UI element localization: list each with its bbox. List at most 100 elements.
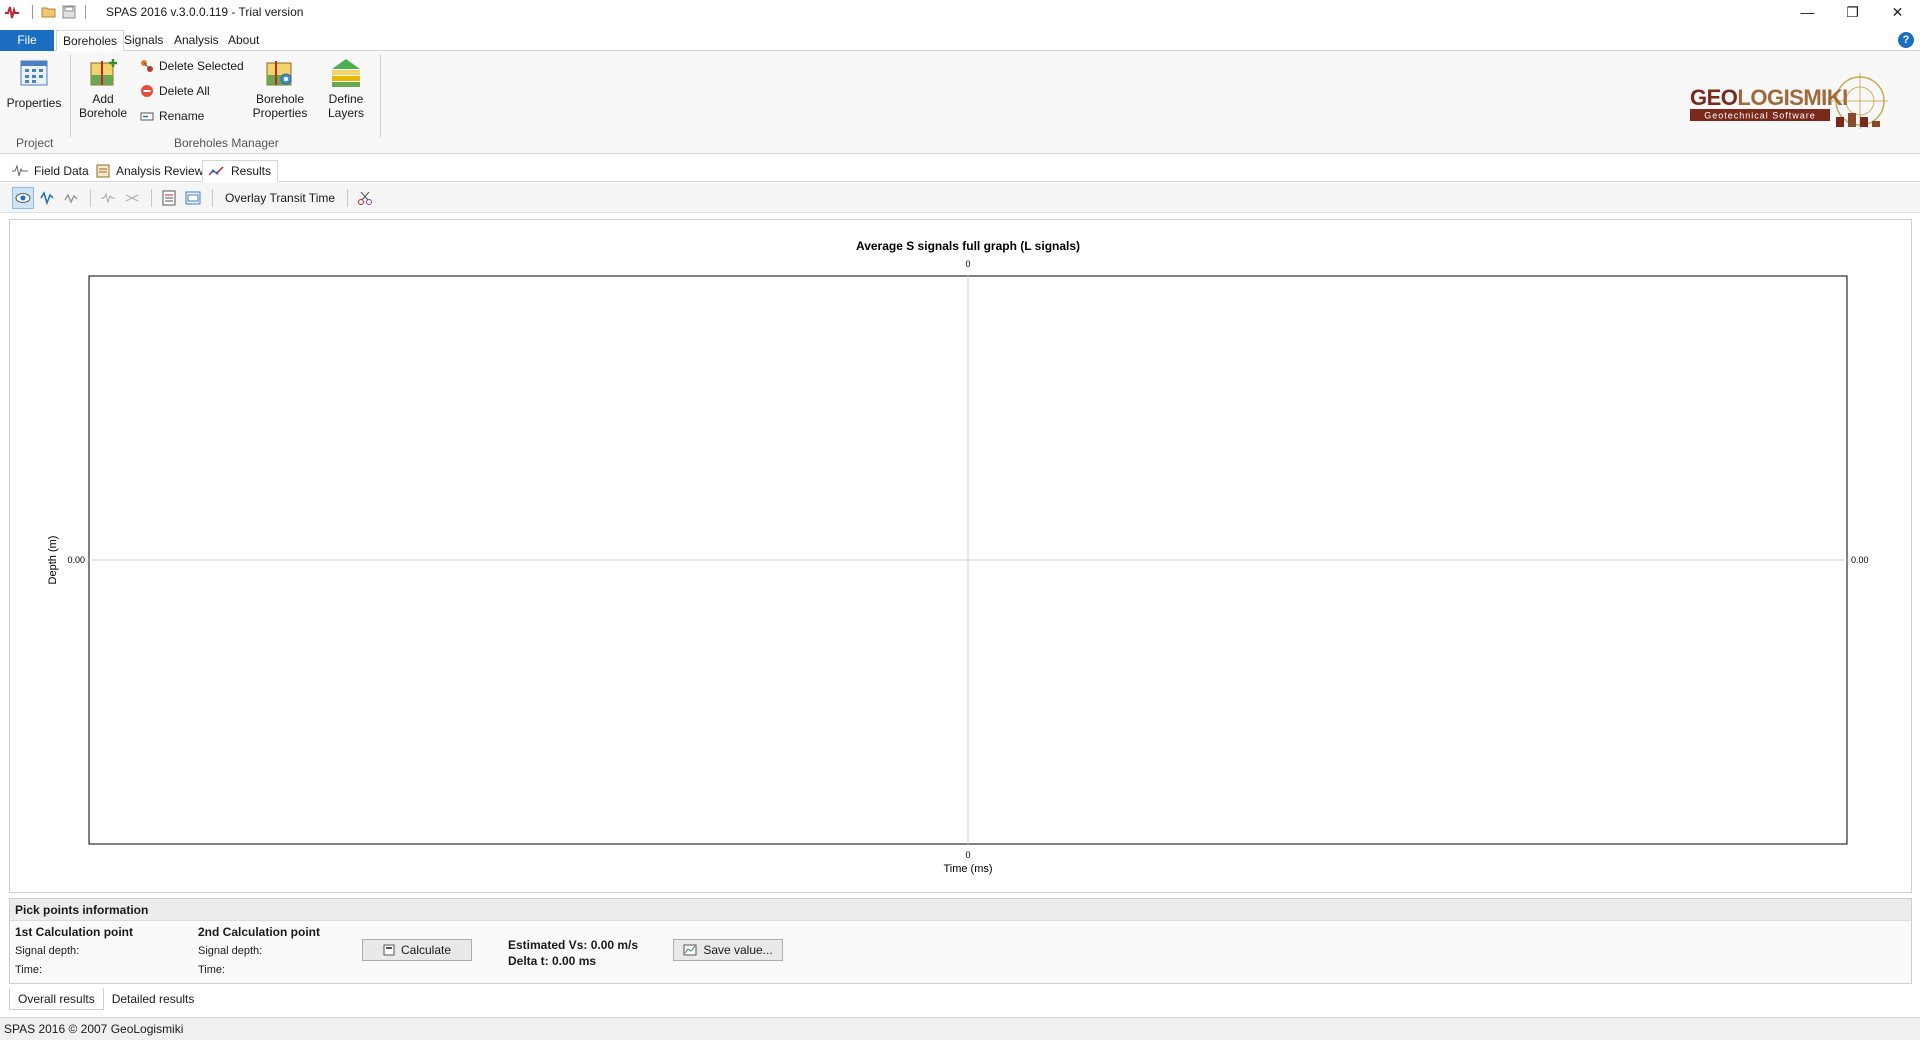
tab-about[interactable]: About — [222, 30, 265, 51]
window-controls: — ❐ ✕ — [1785, 0, 1920, 24]
add-borehole-label-line2: Borehole — [78, 106, 128, 120]
rename-button[interactable]: Rename — [140, 109, 204, 123]
borehole-properties-label-line1: Borehole — [255, 92, 305, 106]
ribbon-divider — [70, 55, 71, 137]
rename-icon — [140, 112, 154, 121]
pick-points-panel: Pick points information 1st Calculation … — [9, 898, 1912, 984]
ribbon: Properties Project Add Borehole Delete S… — [0, 51, 1920, 154]
quick-access-toolbar — [28, 4, 90, 20]
calculate-button[interactable]: Calculate — [362, 939, 472, 961]
file-menu[interactable]: File — [0, 30, 54, 51]
overlay-transit-time-button[interactable]: Overlay Transit Time — [219, 191, 341, 205]
delete-selected-button[interactable]: Delete Selected — [140, 59, 244, 73]
tab-overall-results[interactable]: Overall results — [9, 988, 104, 1010]
delete-selected-icon — [141, 60, 153, 72]
chart-panel: Average S signals full graph (L signals)… — [9, 219, 1912, 893]
properties-icon — [20, 60, 48, 86]
title-bar: SPAS 2016 v.3.0.0.119 - Trial version — … — [0, 0, 1920, 24]
tab-field-data-label: Field Data — [34, 164, 89, 178]
tab-analysis-review-label: Analysis Review — [116, 164, 204, 178]
tab-analysis-review[interactable]: Analysis Review — [90, 160, 209, 182]
properties-label: Properties — [6, 96, 62, 110]
borehole-properties-label-line2: Properties — [252, 106, 308, 120]
save-icon[interactable] — [61, 4, 77, 20]
results-bottom-tabs: Overall results Detailed results — [9, 988, 202, 1010]
view-tabs: Field Data Analysis Review Results — [0, 158, 1920, 182]
define-layers-label-line2: Layers — [327, 106, 365, 120]
y-axis-label: Depth (m) — [47, 536, 59, 585]
define-layers-button[interactable]: Define Layers — [322, 57, 370, 120]
chart-save-icon — [683, 944, 697, 956]
svg-text:GEOLOGISMIKI: GEOLOGISMIKI — [1690, 85, 1848, 110]
y-tick-left-label: 0.00 — [67, 555, 85, 565]
export-icon[interactable] — [182, 187, 204, 209]
pick-wave-icon[interactable] — [97, 187, 119, 209]
x-tick-top-label: 0 — [965, 259, 970, 269]
close-button[interactable]: ✕ — [1875, 0, 1920, 24]
define-layers-label-line1: Define — [328, 92, 364, 106]
second-signal-depth-label: Signal depth: — [198, 945, 263, 957]
chart-svg: Average S signals full graph (L signals)… — [47, 239, 1869, 875]
chart-title: Average S signals full graph (L signals) — [856, 239, 1080, 253]
delete-selected-label: Delete Selected — [159, 59, 244, 73]
signal-wave-icon[interactable] — [36, 187, 58, 209]
first-signal-depth-label: Signal depth: — [15, 945, 80, 957]
status-bar: SPAS 2016 © 2007 GeoLogismiki — [0, 1017, 1920, 1040]
restore-button[interactable]: ❐ — [1830, 0, 1875, 24]
boreholes-manager-group-label: Boreholes Manager — [174, 136, 279, 150]
project-group-label: Project — [16, 136, 54, 150]
second-calculation-point: 2nd Calculation point Signal depth: Time… — [198, 923, 320, 980]
borehole-properties-icon — [266, 61, 292, 86]
tab-signals[interactable]: Signals — [118, 30, 169, 51]
analysis-review-icon — [96, 164, 110, 178]
first-calculation-point: 1st Calculation point Signal depth: Time… — [15, 923, 133, 980]
first-time-label: Time: — [15, 964, 43, 976]
view-icon[interactable] — [12, 186, 34, 209]
minimize-button[interactable]: — — [1785, 0, 1830, 24]
help-icon[interactable]: ? — [1898, 32, 1914, 48]
pick-points-header: Pick points information — [10, 899, 1911, 921]
rename-label: Rename — [159, 109, 205, 123]
second-point-title: 2nd Calculation point — [198, 925, 320, 939]
x-axis-label: Time (ms) — [943, 863, 992, 875]
properties-button[interactable]: Properties — [6, 57, 62, 110]
second-time-label: Time: — [198, 964, 226, 976]
y-tick-right-label: 0.00 — [1851, 555, 1869, 565]
save-value-label: Save value... — [703, 943, 773, 957]
results-icon — [209, 166, 224, 176]
tab-results-label: Results — [231, 164, 272, 178]
ribbon-divider — [380, 55, 381, 137]
delete-all-icon — [141, 85, 153, 97]
signal-compare-icon[interactable] — [60, 187, 82, 209]
first-point-title: 1st Calculation point — [15, 925, 134, 939]
tab-boreholes[interactable]: Boreholes — [56, 30, 125, 52]
field-data-icon — [12, 165, 28, 177]
borehole-properties-button[interactable]: Borehole Properties — [250, 57, 310, 120]
tab-analysis[interactable]: Analysis — [168, 30, 225, 51]
tab-detailed-results[interactable]: Detailed results — [104, 988, 203, 1010]
add-borehole-icon — [90, 59, 117, 86]
delete-all-label: Delete All — [159, 84, 210, 98]
calculator-icon — [383, 944, 395, 956]
tab-results[interactable]: Results — [202, 160, 279, 182]
cross-wave-icon[interactable] — [121, 187, 143, 209]
svg-text:Geotechnical Software: Geotechnical Software — [1704, 111, 1816, 121]
x-tick-bottom-label: 0 — [965, 850, 970, 860]
window-title: SPAS 2016 v.3.0.0.119 - Trial version — [106, 5, 304, 19]
calculate-label: Calculate — [400, 943, 452, 957]
settings-scissors-icon[interactable] — [354, 187, 376, 209]
app-icon[interactable] — [4, 4, 20, 20]
report-icon[interactable] — [158, 187, 180, 209]
ribbon-tabs: File Boreholes Signals Analysis About ? — [0, 30, 1920, 52]
delta-t-value: Delta t: 0.00 ms — [508, 954, 597, 968]
save-value-button[interactable]: Save value... — [673, 939, 783, 961]
open-icon[interactable] — [41, 4, 57, 20]
add-borehole-label-line1: Add — [92, 92, 114, 106]
tab-field-data[interactable]: Field Data — [6, 160, 95, 182]
delete-all-button[interactable]: Delete All — [140, 84, 210, 98]
estimated-vs-value: Estimated Vs: 0.00 m/s — [508, 938, 639, 952]
results-toolbar: Overlay Transit Time — [0, 183, 1920, 213]
add-borehole-button[interactable]: Add Borehole — [78, 57, 128, 120]
estimate-results: Estimated Vs: 0.00 m/s Delta t: 0.00 ms — [508, 937, 638, 969]
geologismiki-logo: GEOLOGISMIKI Geotechnical Software — [1690, 71, 1900, 141]
